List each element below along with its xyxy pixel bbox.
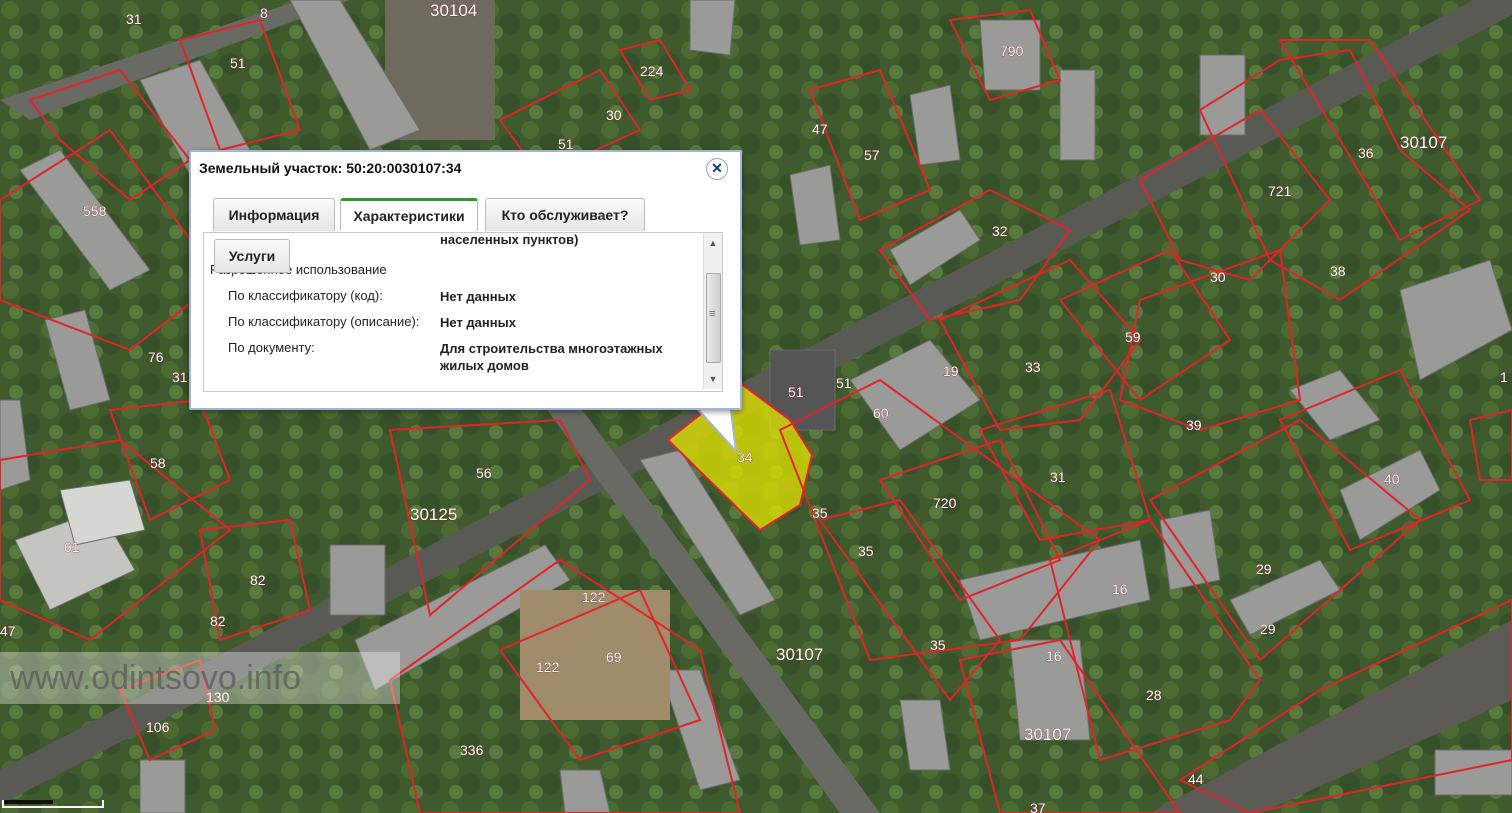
svg-text:16: 16 <box>1046 648 1062 664</box>
svg-text:122: 122 <box>582 589 606 605</box>
svg-text:29: 29 <box>1256 561 1272 577</box>
svg-text:35: 35 <box>812 505 828 521</box>
svg-text:720: 720 <box>933 495 957 511</box>
svg-text:60: 60 <box>873 405 889 421</box>
svg-text:51: 51 <box>788 384 804 400</box>
description-value: Нет данных <box>440 315 516 330</box>
svg-text:32: 32 <box>992 223 1008 239</box>
svg-text:44: 44 <box>1188 771 1204 787</box>
svg-text:8: 8 <box>260 5 268 21</box>
scroll-thumb[interactable] <box>706 273 721 363</box>
svg-text:19: 19 <box>943 363 959 379</box>
parcel-info-popup: Земельный участок: 50:20:0030107:34 ✕ Ин… <box>189 150 742 410</box>
svg-text:51: 51 <box>230 55 246 71</box>
svg-text:28: 28 <box>1146 687 1162 703</box>
scroll-down-icon[interactable]: ▼ <box>705 371 721 387</box>
svg-text:82: 82 <box>210 613 226 629</box>
svg-text:31: 31 <box>126 11 142 27</box>
code-label: По классификатору (код): <box>228 288 383 303</box>
svg-text:30: 30 <box>606 107 622 123</box>
svg-text:30125: 30125 <box>410 505 457 524</box>
svg-text:61: 61 <box>64 539 80 555</box>
svg-text:106: 106 <box>146 719 170 735</box>
svg-text:38: 38 <box>1330 263 1346 279</box>
tab-who-serves[interactable]: Кто обслуживает? <box>485 198 645 231</box>
popup-title: Земельный участок: 50:20:0030107:34 <box>199 160 462 176</box>
svg-text:30107: 30107 <box>776 645 823 664</box>
services-button[interactable]: Услуги <box>214 239 290 273</box>
svg-text:58: 58 <box>150 455 166 471</box>
characteristics-panel[interactable]: Услуги населенных пунктов) Разрешенное и… <box>203 232 723 392</box>
svg-text:57: 57 <box>864 147 880 163</box>
close-icon[interactable]: ✕ <box>706 158 728 180</box>
svg-text:30104: 30104 <box>430 1 477 20</box>
svg-text:30: 30 <box>1210 269 1226 285</box>
svg-text:558: 558 <box>83 203 107 219</box>
svg-text:16: 16 <box>1112 581 1128 597</box>
svg-text:76: 76 <box>148 349 164 365</box>
svg-text:35: 35 <box>858 543 874 559</box>
svg-text:47: 47 <box>812 121 828 137</box>
svg-text:31: 31 <box>1050 469 1066 485</box>
document-label: По документу: <box>228 340 315 355</box>
svg-text:336: 336 <box>460 742 484 758</box>
svg-text:47: 47 <box>0 623 16 639</box>
code-value: Нет данных <box>440 289 516 304</box>
svg-text:224: 224 <box>640 63 664 79</box>
svg-text:51: 51 <box>836 375 852 391</box>
svg-text:790: 790 <box>1000 43 1024 59</box>
watermark: www.odintsovo.info <box>0 652 400 704</box>
svg-text:69: 69 <box>606 649 622 665</box>
description-label: По классификатору (описание): <box>228 314 420 329</box>
svg-text:33: 33 <box>1025 359 1041 375</box>
popup-pointer <box>690 403 738 453</box>
tab-characteristics[interactable]: Характеристики <box>340 198 478 231</box>
svg-text:56: 56 <box>476 465 492 481</box>
svg-text:37: 37 <box>1030 800 1046 813</box>
svg-text:30107: 30107 <box>1400 133 1447 152</box>
scale-bar <box>2 800 104 808</box>
svg-text:35: 35 <box>930 637 946 653</box>
svg-text:29: 29 <box>1260 621 1276 637</box>
svg-text:39: 39 <box>1186 417 1202 433</box>
svg-text:36: 36 <box>1358 145 1374 161</box>
svg-text:40: 40 <box>1384 471 1400 487</box>
svg-text:82: 82 <box>250 572 266 588</box>
tab-information[interactable]: Информация <box>213 198 335 231</box>
scrollbar[interactable]: ▲ ▼ <box>703 233 722 389</box>
svg-text:721: 721 <box>1268 183 1292 199</box>
cut-value: населенных пунктов) <box>440 232 579 247</box>
scroll-up-icon[interactable]: ▲ <box>705 235 721 251</box>
svg-text:30107: 30107 <box>1024 725 1071 744</box>
svg-text:59: 59 <box>1125 329 1141 345</box>
svg-text:31: 31 <box>172 369 188 385</box>
document-value: Для строительства многоэтажных жилых дом… <box>440 341 663 373</box>
svg-text:1: 1 <box>1500 369 1508 385</box>
svg-text:122: 122 <box>536 659 560 675</box>
